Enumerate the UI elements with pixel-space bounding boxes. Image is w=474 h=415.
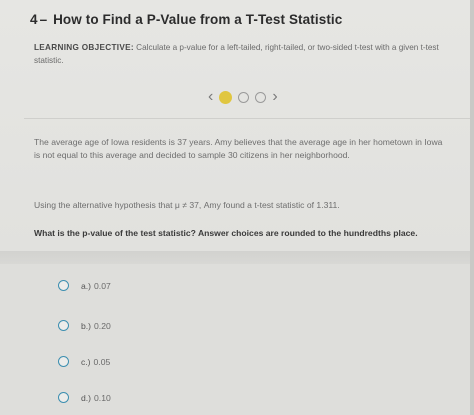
choice-value: 0.20 [94, 320, 111, 331]
problem-paragraph-1: The average age of Iowa residents is 37 … [34, 137, 443, 160]
lesson-dash: – [39, 12, 48, 27]
page-edge-shadow [470, 0, 474, 415]
radio-button-c[interactable] [58, 356, 69, 367]
choice-value: 0.07 [94, 280, 111, 291]
problem-paragraph-2: Using the alternative hypothesis that μ … [34, 200, 340, 210]
objective-label: LEARNING OBJECTIVE: [34, 43, 134, 52]
choice-letter: b.) [81, 320, 92, 331]
chevron-left-icon[interactable]: ‹ [208, 89, 213, 105]
answer-separator [0, 251, 474, 264]
choice-value: 0.10 [94, 392, 111, 403]
answer-choice-c[interactable]: c.) 0.05 [58, 356, 110, 367]
choice-letter: c.) [81, 356, 91, 367]
pager-dot-3[interactable] [255, 91, 267, 103]
radio-button-d[interactable] [58, 392, 69, 403]
lesson-title: 4– How to Find a P-Value from a T-Test S… [30, 12, 342, 27]
answer-choices: a.) 0.07 b.) 0.20 c.) 0.05 d.) 0.10 [0, 264, 474, 415]
lesson-page: 4– How to Find a P-Value from a T-Test S… [0, 0, 474, 415]
lesson-number: 4 [30, 12, 38, 27]
radio-button-a[interactable] [58, 280, 69, 291]
pager-dot-1[interactable] [219, 90, 233, 104]
question-pager: ‹ › [208, 86, 300, 108]
question-prompt: What is the p-value of the test statisti… [34, 228, 418, 238]
answer-choice-label: a.) 0.07 [81, 281, 111, 291]
radio-button-b[interactable] [58, 320, 69, 331]
learning-objective: LEARNING OBJECTIVE: Calculate a p-value … [34, 41, 464, 67]
answer-choice-label: d.) 0.10 [81, 393, 111, 403]
pager-dot-2[interactable] [238, 91, 250, 103]
answer-choice-b[interactable]: b.) 0.20 [58, 320, 111, 331]
section-divider [24, 118, 474, 119]
choice-letter: a.) [81, 280, 92, 291]
chevron-right-icon[interactable]: › [272, 89, 277, 105]
choice-letter: d.) [81, 392, 92, 403]
answer-choice-d[interactable]: d.) 0.10 [58, 392, 111, 403]
answer-choice-label: b.) 0.20 [81, 321, 111, 331]
answer-choice-a[interactable]: a.) 0.07 [58, 280, 111, 291]
answer-choice-label: c.) 0.05 [81, 357, 110, 367]
choice-value: 0.05 [93, 356, 111, 367]
lesson-title-text: How to Find a P-Value from a T-Test Stat… [53, 12, 343, 27]
